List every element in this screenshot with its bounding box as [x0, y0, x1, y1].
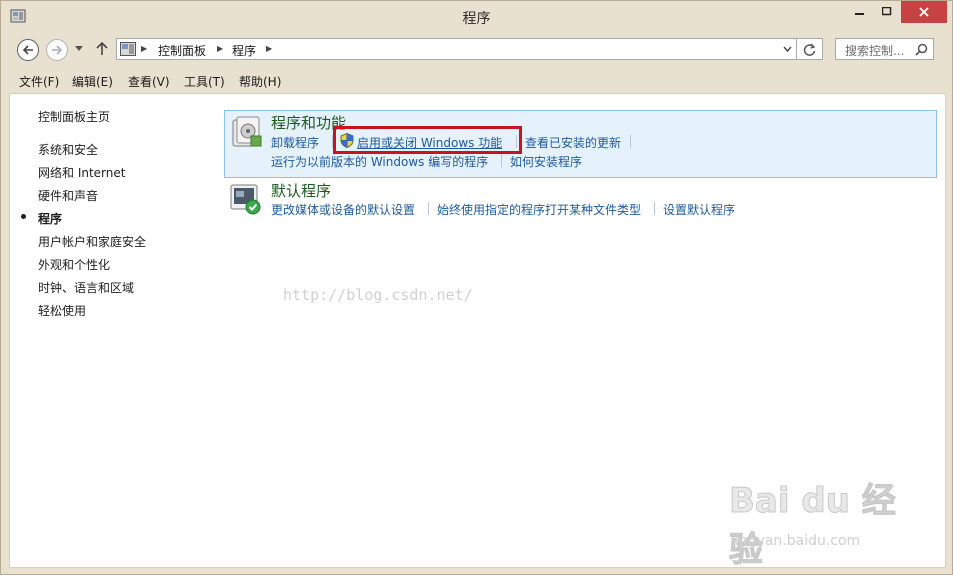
control-panel-icon [120, 42, 136, 56]
close-button[interactable] [901, 1, 947, 23]
menu-edit[interactable]: 编辑(E) [72, 73, 113, 90]
title-bar: 程序 [1, 1, 952, 33]
window-title: 程序 [462, 11, 491, 27]
csdn-watermark: http://blog.csdn.net/ [283, 286, 473, 304]
maximize-icon [881, 6, 891, 16]
minimize-button[interactable] [846, 1, 873, 23]
link-set-default-programs[interactable]: 设置默认程序 [663, 201, 735, 218]
refresh-icon [803, 43, 816, 56]
link-separator [501, 154, 502, 167]
breadcrumb-separator-icon[interactable]: ▶ [266, 44, 272, 53]
maximize-button[interactable] [873, 1, 900, 23]
search-input[interactable]: 搜索控制... [835, 38, 934, 60]
sidebar-item-hardware-sound[interactable]: 硬件和声音 [38, 187, 98, 204]
programs-features-icon[interactable] [229, 114, 265, 150]
minimize-icon [854, 13, 864, 15]
sidebar-item-clock-region[interactable]: 时钟、语言和区域 [38, 279, 134, 296]
link-how-to-install[interactable]: 如何安装程序 [510, 153, 582, 170]
menu-tools[interactable]: 工具(T) [184, 73, 225, 90]
link-always-use-program[interactable]: 始终使用指定的程序打开某种文件类型 [437, 201, 641, 218]
link-separator [428, 202, 429, 215]
breadcrumb-separator-icon[interactable]: ▶ [217, 44, 223, 53]
menu-bar: 文件(F) 编辑(E) 查看(V) 工具(T) 帮助(H) [1, 69, 952, 91]
link-turn-windows-features[interactable]: 启用或关闭 Windows 功能 [357, 134, 502, 151]
link-run-older-programs[interactable]: 运行为以前版本的 Windows 编写的程序 [271, 153, 488, 170]
link-separator [630, 135, 631, 148]
breadcrumb-programs[interactable]: 程序 [232, 42, 256, 59]
arrow-left-icon [22, 45, 33, 55]
active-bullet-icon [21, 214, 26, 219]
baidu-jingyan-watermark: Bai du 经验 jingyan.baidu.com [729, 469, 909, 571]
up-arrow-icon[interactable] [96, 42, 108, 56]
recent-locations-chevron-icon[interactable] [75, 46, 83, 52]
baidu-logo-url: jingyan.baidu.com [731, 533, 861, 549]
default-programs-icon[interactable] [229, 182, 263, 216]
forward-button[interactable] [46, 39, 68, 61]
search-icon[interactable] [915, 43, 928, 56]
menu-help[interactable]: 帮助(H) [239, 73, 281, 90]
sidebar-item-ease-of-access[interactable]: 轻松使用 [38, 302, 86, 319]
link-uninstall-program[interactable]: 卸载程序 [271, 134, 319, 151]
window: 程序 ▶ 控制面板 ▶ 程序 ▶ 搜索控制... 文件(F) 编辑(E) 查看(… [0, 0, 953, 575]
address-bar[interactable]: ▶ 控制面板 ▶ 程序 ▶ [116, 38, 797, 60]
link-change-media-defaults[interactable]: 更改媒体或设备的默认设置 [271, 201, 415, 218]
sidebar-item-appearance[interactable]: 外观和个性化 [38, 256, 110, 273]
sidebar-item-network[interactable]: 网络和 Internet [38, 164, 125, 181]
link-separator [654, 202, 655, 215]
uac-shield-icon [340, 133, 354, 148]
search-placeholder: 搜索控制... [845, 44, 905, 58]
sidebar-item-programs[interactable]: 程序 [38, 210, 62, 227]
category-title-default-programs[interactable]: 默认程序 [271, 180, 331, 201]
menu-file[interactable]: 文件(F) [19, 73, 59, 90]
menu-view[interactable]: 查看(V) [128, 73, 170, 90]
arrow-right-icon [52, 45, 63, 55]
link-view-installed-updates[interactable]: 查看已安装的更新 [525, 134, 621, 151]
breadcrumb-separator-icon[interactable]: ▶ [141, 44, 147, 53]
sidebar-item-user-accounts[interactable]: 用户帐户和家庭安全 [38, 233, 146, 250]
link-separator [516, 135, 517, 148]
breadcrumb-control-panel[interactable]: 控制面板 [158, 42, 206, 59]
back-button[interactable] [17, 39, 39, 61]
refresh-button[interactable] [797, 38, 823, 60]
sidebar-home-link[interactable]: 控制面板主页 [38, 108, 110, 125]
baidu-logo-text: Bai du 经验 [729, 481, 897, 571]
sidebar-item-system-security[interactable]: 系统和安全 [38, 141, 98, 158]
close-icon [919, 7, 929, 17]
chevron-down-icon[interactable] [783, 45, 792, 53]
